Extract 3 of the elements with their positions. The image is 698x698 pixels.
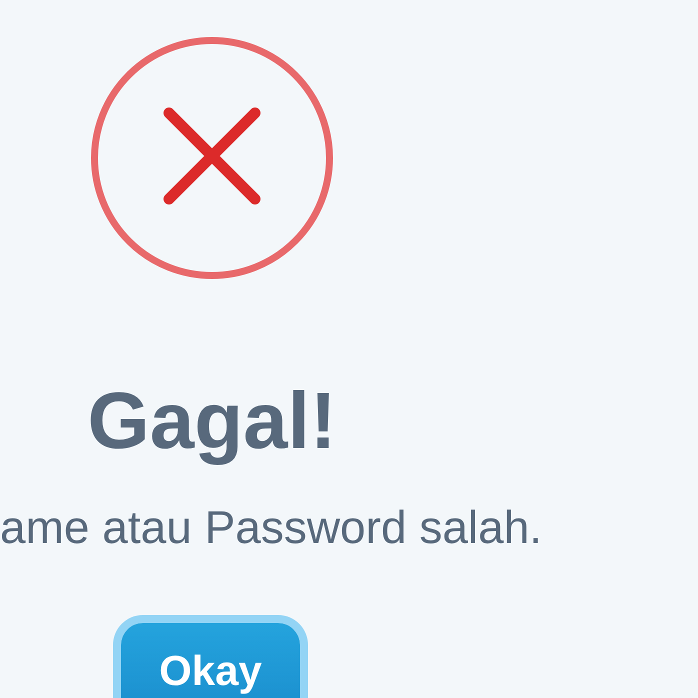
okay-button[interactable]: Okay — [121, 623, 300, 698]
dialog-message: ame atau Password salah. — [0, 500, 544, 555]
dialog-title: Gagal! — [88, 375, 336, 467]
